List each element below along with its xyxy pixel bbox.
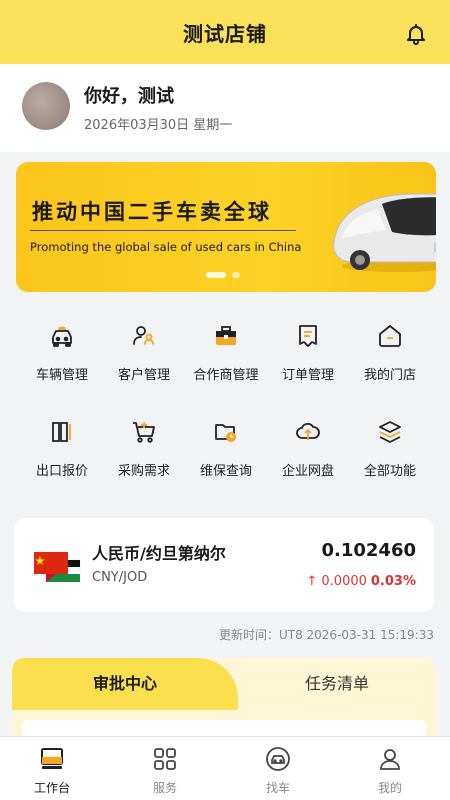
car-icon [52,327,72,347]
grid-item-label: 合作商管理 [193,368,259,383]
pager-dot-active[interactable] [206,272,226,278]
grid-item-partner-management[interactable]: 合作商管理 [184,322,268,383]
tabbar-item-me[interactable]: 我的 [350,745,430,796]
car-image [333,193,436,272]
grid-row-1: 车辆管理 客户管理 合作商管理 订单管理 我的门店 [0,322,450,398]
task-panel: 审批中心 任务清单 [12,658,436,742]
grid-item-label: 客户管理 [117,368,170,383]
grid-item-label: 维保查询 [199,464,252,479]
tabbar-label: 工作台 [33,781,70,795]
banner-divider [30,230,296,231]
currency-pair-name: 人民币/约旦第纳尔 [92,544,226,563]
tabbar-item-workbench[interactable]: 工作台 [12,745,92,796]
profile-section: 你好，测试 2026年03月30日 星期一 [0,64,450,152]
grid-item-maintenance-query[interactable]: 维保查询 [184,418,268,479]
tabbar-label: 我的 [377,781,402,795]
tabbar-label: 找车 [265,781,290,795]
maintenance-folder-icon [215,424,236,442]
exchange-rate-card[interactable]: 人民币/约旦第纳尔 CNY/JOD 0.102460 ↑ 0.0000 0.03% [14,518,434,612]
export-quote-icon [52,422,71,442]
find-car-icon [266,747,290,771]
tabbar-item-find-car[interactable]: 找车 [238,745,318,796]
grid-item-my-store[interactable]: 我的门店 [348,322,432,383]
customers-icon [133,326,154,345]
bell-icon[interactable] [404,22,428,46]
grid-item-enterprise-drive[interactable]: 企业网盘 [266,418,350,479]
grid-item-label: 企业网盘 [281,464,334,479]
page-title: 测试店铺 [183,21,267,46]
grid-item-label: 出口报价 [35,464,88,479]
tab-task-list[interactable]: 任务清单 [238,658,436,710]
exchange-rate-value: 0.102460 [321,540,416,561]
grid-apps-icon [154,748,176,770]
cloud-drive-icon [296,422,320,440]
date-text: 2026年03月30日 星期一 [84,118,233,133]
currency-pair-code: CNY/JOD [92,570,148,585]
banner-slogan: 推动中国二手车卖全球 [32,200,272,224]
rate-change-value: ↑ 0.0000 [306,574,367,589]
grid-item-label: 我的门店 [363,368,416,383]
store-icon [379,325,401,347]
grid-item-label: 采购需求 [117,464,170,479]
order-icon [299,325,317,347]
user-icon [380,749,400,770]
grid-item-label: 全部功能 [363,464,416,479]
grid-item-customer-management[interactable]: 客户管理 [102,322,186,383]
shopping-cart-icon [133,422,155,443]
layers-icon [379,421,401,443]
pager-dot[interactable] [232,272,240,278]
grid-item-order-management[interactable]: 订单管理 [266,322,350,383]
promo-banner[interactable]: 推动中国二手车卖全球 Promoting the global sale of … [16,162,436,292]
update-time: 更新时间：UT8 2026-03-31 15:19:33 [218,628,434,642]
top-bar: 测试店铺 [0,0,450,64]
grid-item-all-functions[interactable]: 全部功能 [348,418,432,479]
tabbar-item-services[interactable]: 服务 [125,745,205,796]
tabbar-label: 服务 [152,781,177,795]
banner-pager [206,272,240,278]
grid-item-label: 订单管理 [281,368,334,383]
grid-item-label: 车辆管理 [35,368,88,383]
grid-item-export-quote[interactable]: 出口报价 [20,418,104,479]
grid-row-2: 出口报价 采购需求 维保查询 企业网盘 全部功能 [0,418,450,494]
greeting-text: 你好，测试 [84,86,174,107]
rate-change: ↑ 0.0000 0.03% [306,574,416,589]
tab-approval-center[interactable]: 审批中心 [12,658,238,710]
grid-item-vehicle-management[interactable]: 车辆管理 [20,322,104,383]
currency-flags-icon [34,552,81,583]
avatar[interactable] [22,82,70,130]
partner-briefcase-icon [216,326,236,345]
grid-item-purchase-demand[interactable]: 采购需求 [102,418,186,479]
bottom-tab-bar: 工作台 服务 找车 我的 [0,736,450,800]
workbench-icon [41,748,63,769]
rate-change-percent: 0.03% [370,574,416,589]
banner-subtitle: Promoting the global sale of used cars i… [30,240,302,254]
